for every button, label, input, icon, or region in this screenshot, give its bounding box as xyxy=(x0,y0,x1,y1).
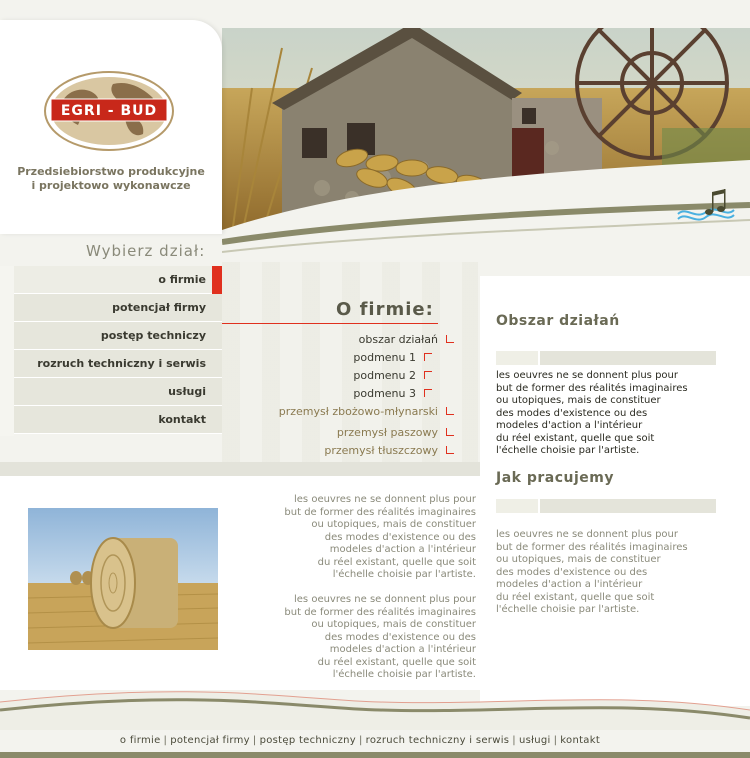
submenu-item-podmenu-2[interactable]: podmenu 2 xyxy=(353,369,432,382)
menu-title: Wybierz dział: xyxy=(86,242,206,260)
footer-separator: | xyxy=(553,735,558,746)
corner-arrow-icon xyxy=(446,335,454,343)
corner-arrow-icon xyxy=(446,428,454,436)
footer-link-potencjal-firmy[interactable]: potencjał firmy xyxy=(170,735,250,746)
main-menu: o firmie potencjał firmy postęp technicz… xyxy=(14,266,222,434)
submenu-item-przemysl-zbozowo[interactable]: przemysł zbożowo-młynarski xyxy=(279,405,454,418)
submenu-item-label: przemysł zbożowo-młynarski xyxy=(278,405,438,418)
footer-separator: | xyxy=(358,735,363,746)
footer-link-kontakt[interactable]: kontakt xyxy=(560,735,600,746)
company-description-line2: i projektowo wykonawcze xyxy=(31,179,191,192)
submenu-item-podmenu-1[interactable]: podmenu 1 xyxy=(353,351,432,364)
section-text-jak-pracujemy: les oeuvres ne se donnent plus pour but … xyxy=(496,529,688,615)
footer-link-postep-techniczny[interactable]: postęp techniczny xyxy=(260,735,356,746)
footer-link-o-firmie[interactable]: o firmie xyxy=(120,735,161,746)
menu-item-o-firmie[interactable]: o firmie xyxy=(14,266,222,294)
section-title-jak-pracujemy: Jak pracujemy xyxy=(496,470,614,486)
footer-separator: | xyxy=(163,735,168,746)
submenu-item-label: przemysł paszowy xyxy=(336,426,438,439)
section-bar xyxy=(496,351,716,365)
footer-separator: | xyxy=(252,735,257,746)
footer-link-uslugi[interactable]: usługi xyxy=(519,735,551,746)
submenu-divider xyxy=(222,323,438,324)
section-text-obszar: les oeuvres ne se donnent plus pour but … xyxy=(496,370,688,456)
menu-item-potencjal-firmy[interactable]: potencjał firmy xyxy=(14,294,222,322)
content-paragraph-2: les oeuvres ne se donnent plus pour but … xyxy=(284,594,476,680)
submenu-item-przemysl-tluszczowy[interactable]: przemysł tłuszczowy xyxy=(324,444,454,457)
menu-item-uslugi[interactable]: usługi xyxy=(14,378,222,406)
corner-arrow-icon xyxy=(424,371,432,379)
content-paragraph-1: les oeuvres ne se donnent plus pour but … xyxy=(284,494,476,580)
submenu-item-label: podmenu 1 xyxy=(353,351,416,364)
menu-item-rozruch-techniczny[interactable]: rozruch techniczny i serwis xyxy=(14,350,222,378)
submenu-item-label: podmenu 2 xyxy=(353,369,416,382)
footer-nav: o firmie | potencjał firmy | postęp technicz… xyxy=(0,735,720,746)
menu-item-postep-techniczy[interactable]: postęp techniczy xyxy=(14,322,222,350)
corner-arrow-icon xyxy=(424,389,432,397)
corner-arrow-icon xyxy=(424,353,432,361)
submenu-list: obszar działań podmenu 1 podmenu 2 podme… xyxy=(222,330,454,460)
music-note-icon[interactable] xyxy=(676,186,736,230)
section-band xyxy=(0,462,480,476)
submenu-title: O firmie: xyxy=(336,299,434,320)
right-column xyxy=(480,276,750,706)
submenu-item-obszar-dzialan[interactable]: obszar działań xyxy=(359,333,454,346)
hay-bale-photo xyxy=(28,508,218,650)
company-description: Przedsiebiorstwo produkcyjne i projektow… xyxy=(0,165,222,193)
submenu-item-label: przemysł tłuszczowy xyxy=(324,444,438,457)
submenu-item-label: podmenu 3 xyxy=(353,387,416,400)
corner-arrow-icon xyxy=(446,446,454,454)
corner-arrow-icon xyxy=(446,407,454,415)
submenu-item-przemysl-paszowy[interactable]: przemysł paszowy xyxy=(337,426,454,439)
submenu-item-label: obszar działań xyxy=(358,333,438,346)
company-logo[interactable]: EGRI - BUD xyxy=(43,70,175,156)
menu-shadow xyxy=(0,266,14,436)
submenu-item-podmenu-3[interactable]: podmenu 3 xyxy=(353,387,432,400)
footer-curve xyxy=(0,691,750,730)
logo-panel: EGRI - BUD Przedsiebiorstwo produkcyjne … xyxy=(0,20,222,234)
menu-item-kontakt[interactable]: kontakt xyxy=(14,406,222,434)
footer-separator: | xyxy=(512,735,516,746)
section-bar xyxy=(496,499,716,513)
logo-text: EGRI - BUD xyxy=(61,103,157,119)
section-title-obszar: Obszar działań xyxy=(496,313,620,329)
bottom-strip xyxy=(0,752,750,758)
header-curve xyxy=(222,160,750,260)
page: EGRI - BUD Przedsiebiorstwo produkcyjne … xyxy=(0,0,750,758)
company-description-line1: Przedsiebiorstwo produkcyjne xyxy=(17,165,205,178)
footer-link-rozruch[interactable]: rozruch techniczny i serwis xyxy=(366,735,510,746)
